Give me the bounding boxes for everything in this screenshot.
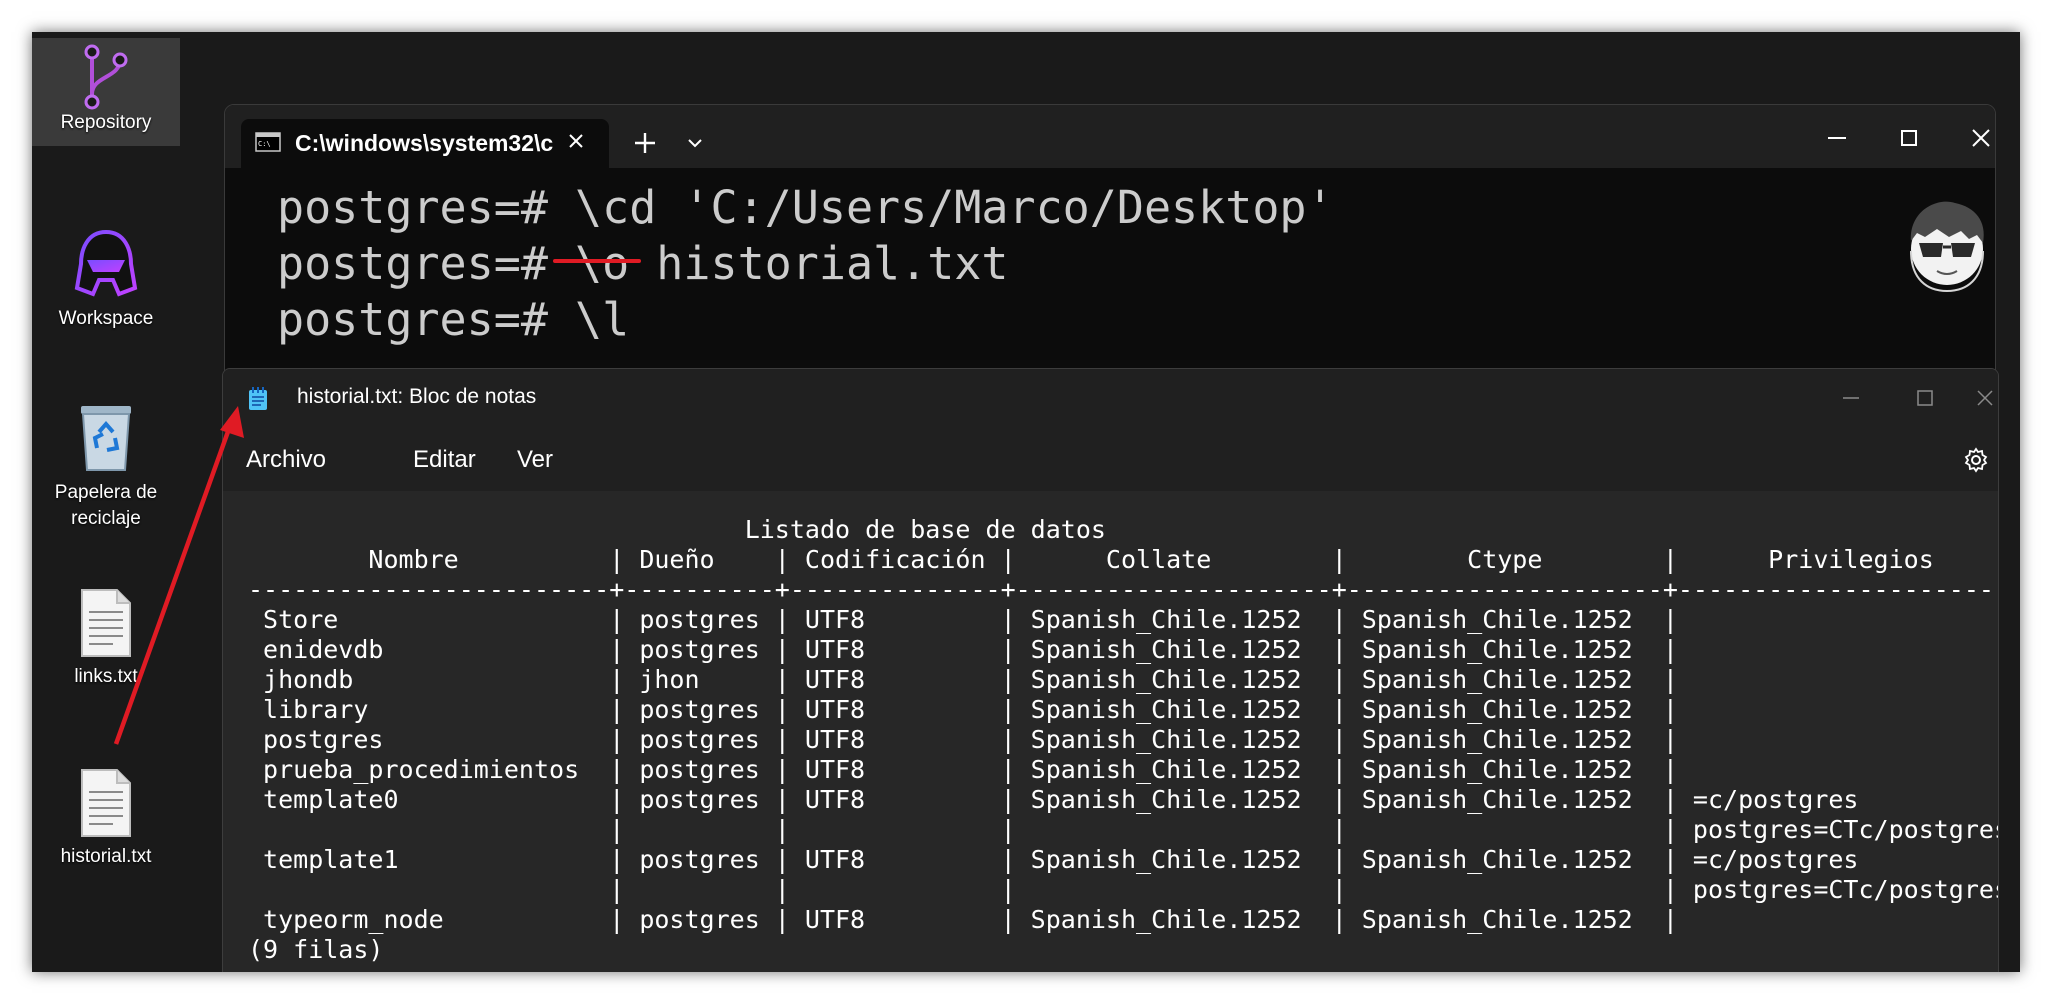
terminal-titlebar: C:\ C:\windows\system32\c <box>225 105 1995 168</box>
desktop-icon-recycle-bin[interactable]: Papelera de reciclaje <box>32 402 180 532</box>
desktop-icon-repository[interactable]: Repository <box>32 38 180 146</box>
new-tab-button[interactable] <box>625 125 665 161</box>
desktop-icon-label: links.txt <box>74 666 138 687</box>
git-branch-icon <box>84 44 128 110</box>
notepad-menubar: Archivo Editar Ver <box>223 429 1998 491</box>
desktop-icon-label: Papelera de reciclaje <box>54 482 158 529</box>
notepad-icon <box>249 387 267 410</box>
minimize-icon <box>1843 397 1859 399</box>
terminal-tab-title: C:\windows\system32\c <box>295 130 554 156</box>
terminal-line: postgres=# \cd 'C:/Users/Marco/Desktop' <box>277 181 1334 234</box>
desktop-icon-label: historial.txt <box>60 846 152 867</box>
text-file-icon <box>81 589 131 657</box>
close-icon <box>1977 390 1993 406</box>
close-icon <box>569 134 583 148</box>
close-icon <box>1972 129 1990 147</box>
menu-ver[interactable]: Ver <box>511 442 559 478</box>
terminal-close-button[interactable] <box>1959 121 1995 155</box>
terminal-tab[interactable]: C:\ C:\windows\system32\c <box>241 119 609 168</box>
desktop-icon-label: Workspace <box>58 308 154 329</box>
maximize-icon <box>1901 130 1917 146</box>
cmd-icon: C:\ <box>255 132 281 152</box>
close-tab-button[interactable] <box>561 128 591 158</box>
menu-editar[interactable]: Editar <box>407 442 482 478</box>
terminal-maximize-button[interactable] <box>1887 121 1931 155</box>
tab-dropdown-button[interactable] <box>677 125 713 161</box>
gear-icon[interactable] <box>1963 447 1989 473</box>
minimize-icon <box>1828 137 1846 139</box>
maximize-icon <box>1917 390 1933 406</box>
desktop-screen: Repository Workspace Papelera de recicla… <box>32 32 2020 972</box>
notepad-maximize-button[interactable] <box>1903 381 1947 415</box>
recycle-bin-icon <box>81 406 131 471</box>
avatar <box>1910 201 1984 293</box>
desktop-icon-links-txt[interactable]: links.txt <box>32 588 180 690</box>
menu-archivo[interactable]: Archivo <box>240 442 332 478</box>
notepad-minimize-button[interactable] <box>1829 381 1873 415</box>
svg-text:C:\: C:\ <box>258 140 271 148</box>
terminal-line: postgres=# \l <box>277 293 630 346</box>
notepad-close-button[interactable] <box>1975 381 1995 415</box>
plus-icon <box>635 133 655 153</box>
annotation-underline <box>553 259 641 263</box>
notepad-window: historial.txt: Bloc de notas Archivo Edi… <box>222 368 1999 972</box>
chevron-down-icon <box>688 139 702 148</box>
notepad-titlebar: historial.txt: Bloc de notas <box>223 369 1998 429</box>
terminal-window: C:\ C:\windows\system32\c postgres=# \cd… <box>224 104 1996 406</box>
terminal-line: postgres=# \o historial.txt <box>277 237 1009 290</box>
desktop-icon-historial-txt[interactable]: historial.txt <box>32 768 180 870</box>
terminal-minimize-button[interactable] <box>1815 121 1859 155</box>
helmet-icon <box>74 229 138 297</box>
text-file-icon <box>81 769 131 837</box>
notepad-text: Listado de base de datos Nombre | Dueño … <box>248 515 1999 964</box>
notepad-title: historial.txt: Bloc de notas <box>297 385 537 408</box>
notepad-text-area[interactable]: Listado de base de datos Nombre | Dueño … <box>223 491 1998 972</box>
desktop-icon-label: Repository <box>60 112 152 133</box>
desktop-icon-workspace[interactable]: Workspace <box>32 228 180 332</box>
